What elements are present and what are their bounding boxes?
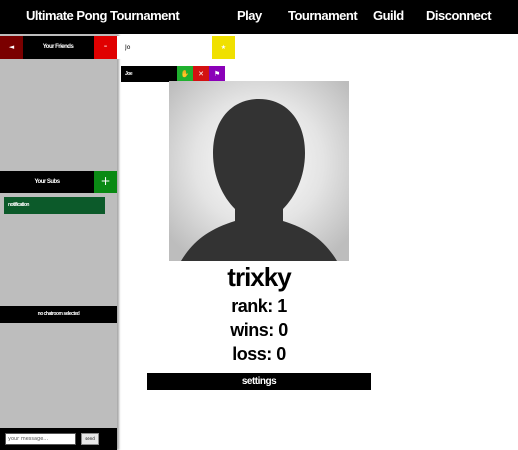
add-sub-button[interactable]: + xyxy=(94,171,117,193)
message-input[interactable] xyxy=(5,433,76,445)
avatar xyxy=(169,81,349,261)
message-bar: send xyxy=(0,428,117,450)
nav-guild[interactable]: Guild xyxy=(373,8,404,23)
subs-label: Your Subs xyxy=(34,179,60,185)
profile-username: trixky xyxy=(227,262,291,292)
friends-label: Your Friends xyxy=(42,44,74,50)
remove-friend-button[interactable]: - xyxy=(94,36,117,59)
star-icon[interactable]: ★ xyxy=(212,36,235,59)
friends-header: ◄ Your Friends - xyxy=(0,36,117,59)
profile-wins: wins: 0 xyxy=(230,320,288,340)
nav-disconnect[interactable]: Disconnect xyxy=(426,8,492,23)
notification-item[interactable]: notification xyxy=(4,197,105,214)
nav-tournament[interactable]: Tournament xyxy=(288,8,358,23)
top-nav-bar: Ultimate Pong Tournament Play Tournament… xyxy=(0,0,518,34)
search-input[interactable] xyxy=(117,36,212,59)
app-title[interactable]: Ultimate Pong Tournament xyxy=(26,8,180,23)
sidebar xyxy=(0,34,117,450)
close-icon[interactable]: ✕ xyxy=(193,66,209,82)
nav-play[interactable]: Play xyxy=(237,8,262,23)
flag-icon[interactable]: ⚑ xyxy=(209,66,225,82)
settings-button[interactable]: settings xyxy=(147,373,371,390)
subs-header: Your Subs + xyxy=(0,171,117,193)
profile-loss: loss: 0 xyxy=(232,344,286,364)
profile-rank: rank: 1 xyxy=(231,296,287,316)
chat-status: no chatroom selected xyxy=(0,306,117,323)
send-button[interactable]: send xyxy=(81,433,99,445)
search-result-user[interactable]: Joe xyxy=(121,66,177,82)
collapse-arrow-icon[interactable]: ◄ xyxy=(0,36,23,59)
hand-icon[interactable]: ✋ xyxy=(177,66,193,82)
